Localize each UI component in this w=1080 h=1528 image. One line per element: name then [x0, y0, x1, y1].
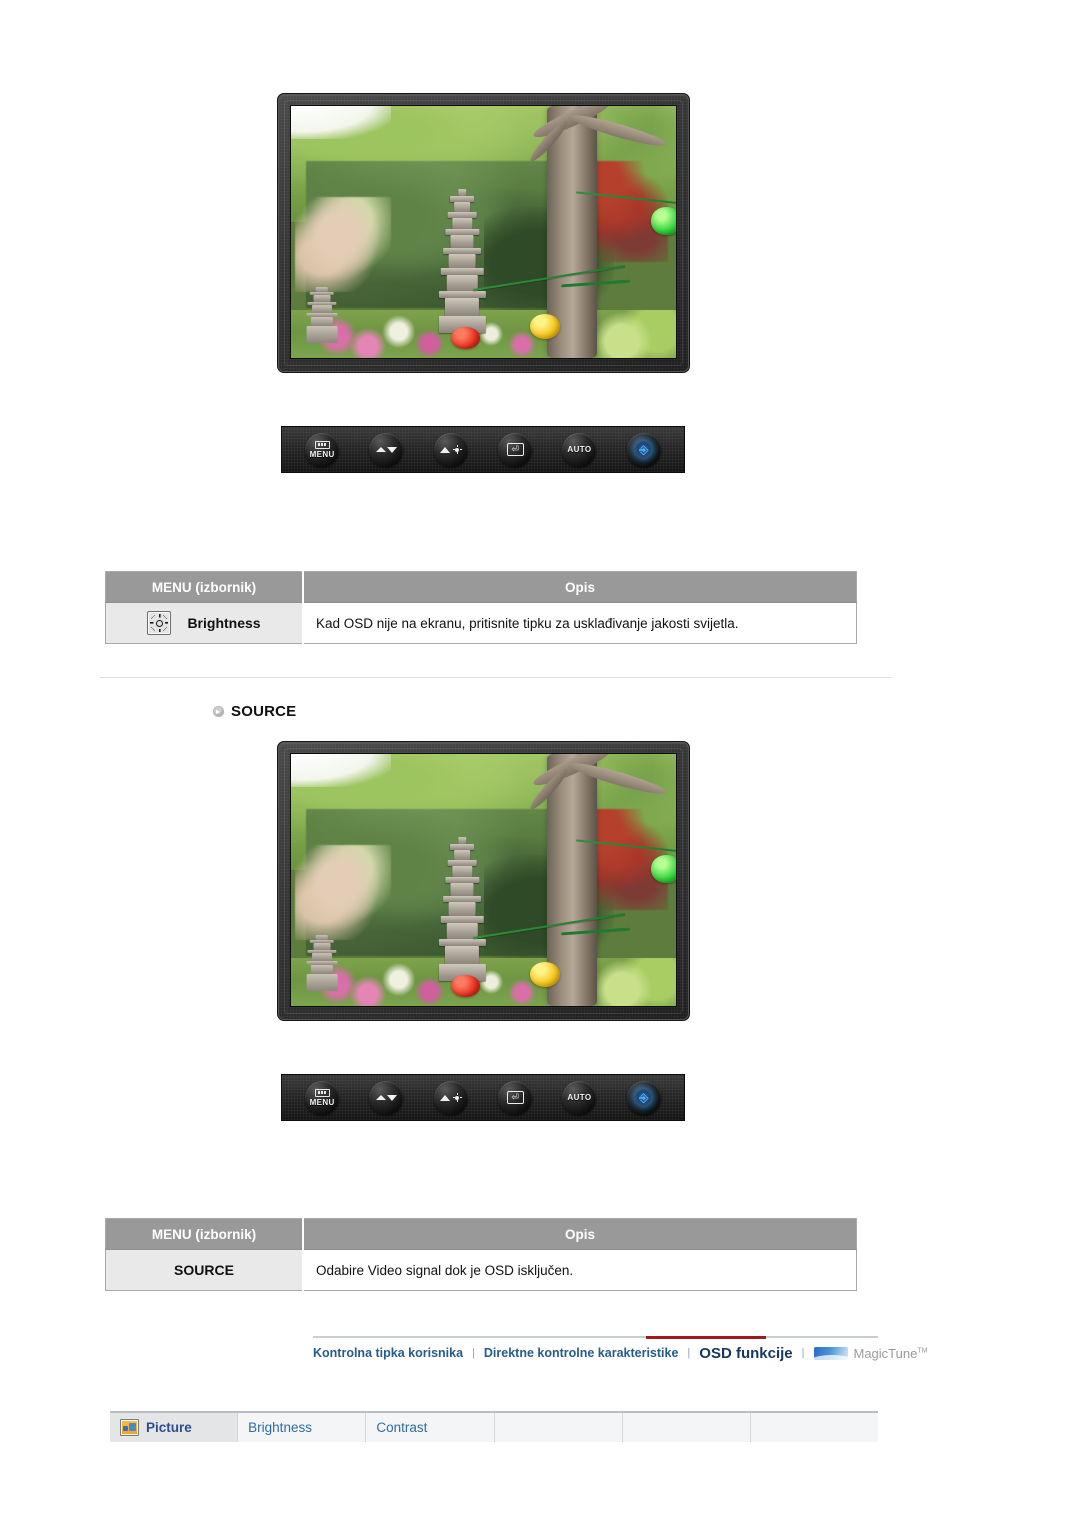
power-icon: ⎆ — [635, 1089, 653, 1106]
description-cell-brightness: Kad OSD nije na ekranu, pritisnite tipku… — [303, 602, 857, 644]
section-heading-label: SOURCE — [231, 703, 297, 720]
auto-button[interactable]: AUTO — [562, 432, 597, 467]
source-spec-table: MENU (izbornik) Opis SOURCE Odabire Vide… — [105, 1218, 857, 1291]
menu-button-label: MENU — [309, 449, 335, 459]
enter-icon: ⏎ — [506, 1091, 524, 1104]
picture-icon — [120, 1419, 139, 1436]
down-button[interactable] — [369, 1080, 404, 1115]
menu-button[interactable]: MENU — [305, 432, 340, 467]
magictune-trademark: TM — [917, 1347, 928, 1355]
brightness-up-button[interactable] — [433, 432, 468, 467]
down-button[interactable] — [369, 432, 404, 467]
photo-green-lantern — [650, 206, 676, 235]
magictune-logo-icon — [813, 1346, 848, 1360]
garden-photo — [291, 754, 676, 1006]
photo-red-lantern — [450, 326, 480, 350]
tab-brightness[interactable]: Brightness — [238, 1413, 367, 1442]
table-row: SOURCE Odabire Video signal dok je OSD i… — [105, 1249, 857, 1291]
breadcrumb-separator: | — [801, 1347, 805, 1359]
tab-picture[interactable]: Picture — [110, 1413, 239, 1442]
menu-item-label: Brightness — [187, 615, 261, 631]
auto-button[interactable]: AUTO — [562, 1080, 597, 1115]
bottom-tab-strip: Picture Brightness Contrast — [110, 1411, 879, 1442]
power-icon: ⎆ — [635, 441, 653, 458]
magictune-logo[interactable]: MagicTuneTM — [813, 1345, 928, 1361]
power-button[interactable]: ⎆ — [626, 1080, 661, 1115]
menu-button-label: MENU — [309, 1097, 335, 1107]
section-heading-source: SOURCE — [213, 703, 296, 720]
menu-cell-brightness: Brightness — [105, 602, 304, 644]
magictune-logo-text: MagicTune — [853, 1345, 918, 1361]
arrow-down-icon — [375, 446, 397, 453]
menu-icon — [314, 1088, 330, 1097]
breadcrumb-separator: | — [687, 1347, 691, 1359]
enter-icon: ⏎ — [506, 443, 524, 456]
brightness-up-icon — [439, 1093, 462, 1102]
tab-label: Brightness — [248, 1420, 312, 1435]
brightness-up-button[interactable] — [433, 1080, 468, 1115]
photo-red-lantern — [450, 974, 480, 998]
arrow-down-icon — [375, 1094, 397, 1101]
col-header-description: Opis — [303, 1218, 857, 1250]
monitor-illustration-brightness — [277, 93, 690, 373]
menu-cell-source: SOURCE — [105, 1249, 304, 1291]
description-cell-source: Odabire Video signal dok je OSD isključe… — [303, 1249, 857, 1291]
brightness-icon — [147, 611, 172, 635]
col-header-description: Opis — [303, 571, 857, 603]
garden-photo — [291, 106, 676, 358]
section-divider — [100, 677, 891, 678]
col-header-menu: MENU (izbornik) — [105, 571, 304, 603]
breadcrumb: Kontrolna tipka korisnika | Direktne kon… — [313, 1336, 927, 1370]
breadcrumb-separator: | — [472, 1347, 475, 1359]
monitor-control-buttons-source: MENU ⏎ AUTO ⎆ — [281, 1074, 685, 1121]
brightness-up-icon — [439, 445, 462, 454]
tab-label: Contrast — [376, 1420, 428, 1435]
tab-empty-1 — [494, 1413, 623, 1442]
tab-empty-3 — [750, 1413, 879, 1442]
photo-stone-pagoda — [439, 837, 486, 981]
auto-button-label: AUTO — [567, 1092, 592, 1102]
breadcrumb-item-osd-functions[interactable]: OSD funkcije — [699, 1345, 792, 1362]
photo-small-pagoda — [306, 287, 338, 343]
table-row: Brightness Kad OSD nije na ekranu, priti… — [105, 602, 857, 644]
breadcrumb-item-direct-features[interactable]: Direktne kontrolne karakteristike — [484, 1346, 679, 1360]
tab-contrast[interactable]: Contrast — [366, 1413, 495, 1442]
auto-button-label: AUTO — [567, 444, 592, 454]
tab-label: Picture — [146, 1420, 192, 1435]
monitor-bezel — [277, 93, 690, 373]
menu-item-label: SOURCE — [174, 1262, 234, 1278]
power-button[interactable]: ⎆ — [626, 432, 661, 467]
col-header-menu: MENU (izbornik) — [105, 1218, 304, 1250]
photo-green-lantern — [650, 854, 676, 883]
photo-pink-tree — [294, 196, 392, 293]
enter-button[interactable]: ⏎ — [498, 1080, 533, 1115]
monitor-bezel — [277, 741, 690, 1021]
table-header-row: MENU (izbornik) Opis — [105, 571, 857, 603]
photo-sky — [291, 754, 392, 787]
menu-icon — [314, 440, 330, 449]
monitor-screen — [290, 753, 677, 1007]
monitor-illustration-source — [277, 741, 690, 1021]
bullet-icon — [213, 706, 224, 717]
monitor-control-buttons-brightness: MENU ⏎ AUTO ⎆ — [281, 426, 685, 473]
photo-pink-tree — [294, 844, 392, 941]
breadcrumb-item-user-control[interactable]: Kontrolna tipka korisnika — [313, 1346, 463, 1360]
photo-stone-pagoda — [439, 189, 486, 333]
monitor-screen — [290, 105, 677, 359]
tab-empty-2 — [622, 1413, 751, 1442]
table-header-row: MENU (izbornik) Opis — [105, 1218, 857, 1250]
menu-button[interactable]: MENU — [305, 1080, 340, 1115]
brightness-spec-table: MENU (izbornik) Opis Brightness Kad OSD … — [105, 571, 857, 644]
photo-sky — [291, 106, 392, 139]
enter-button[interactable]: ⏎ — [498, 432, 533, 467]
photo-small-pagoda — [306, 935, 338, 991]
